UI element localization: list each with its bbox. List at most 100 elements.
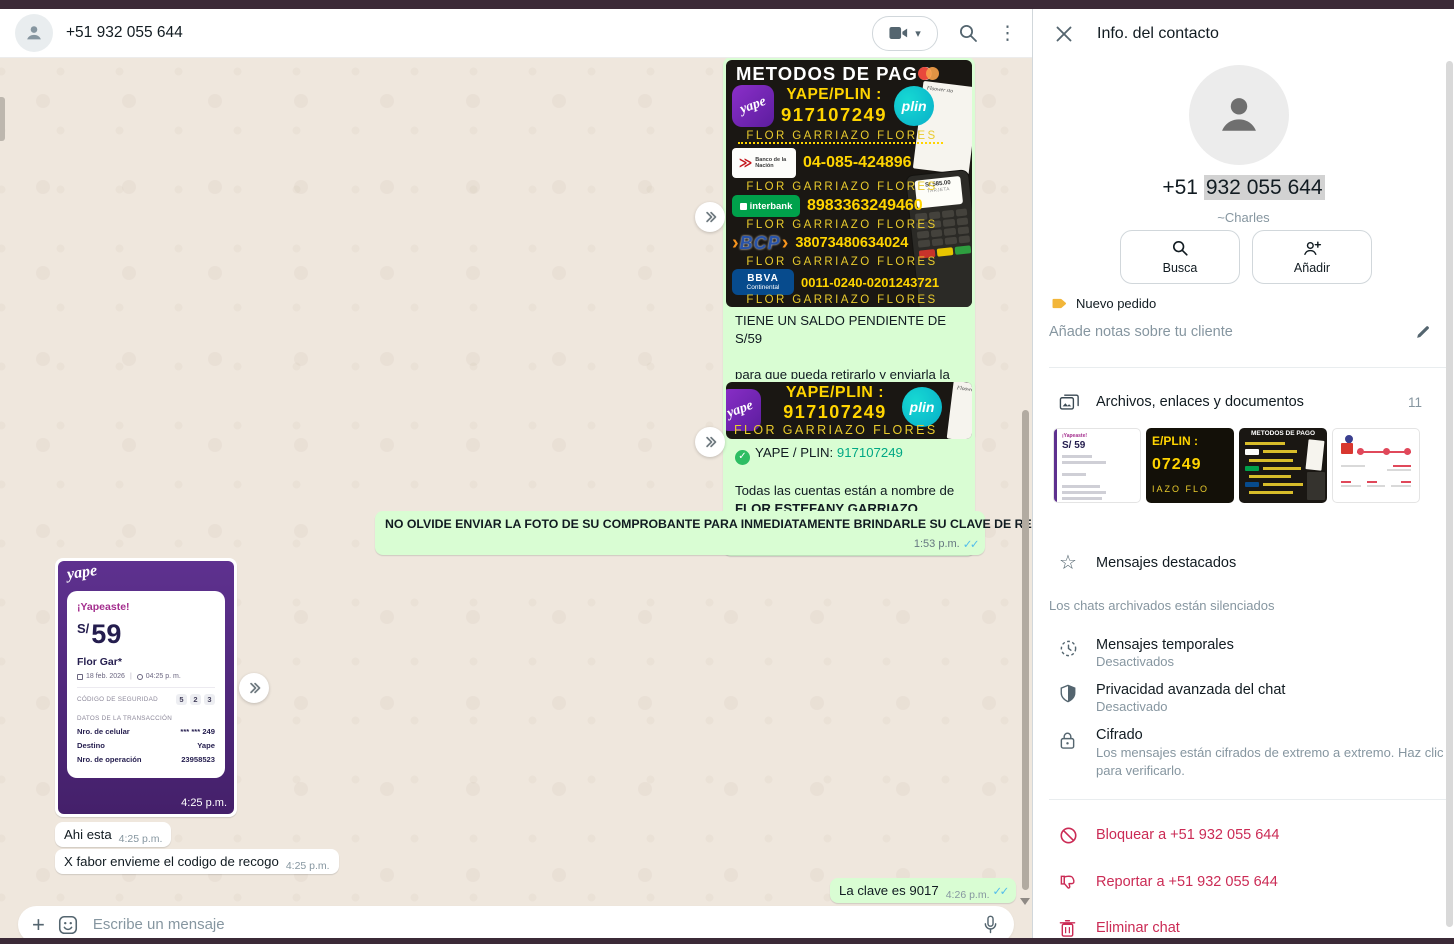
contact-alias: ~Charles xyxy=(1033,210,1454,225)
receipt-paper-graphic: Floower sto xyxy=(947,382,972,439)
forward-icon xyxy=(702,434,718,450)
message-reminder[interactable]: NO OLVIDE ENVIAR LA FOTO DE SU COMPROBAN… xyxy=(375,511,985,555)
notes-placeholder: Añade notas sobre tu cliente xyxy=(1049,324,1233,340)
receipt-card: ¡Yapeaste! S/59 Flor Gar* 18 feb. 2026|0… xyxy=(67,591,225,778)
person-icon xyxy=(23,22,45,44)
menu-kebab-icon[interactable]: ⋮ xyxy=(998,24,1017,43)
yape-plin-row: yape YAPE/PLIN : 917107249 plin xyxy=(732,84,910,128)
sticker-emoji-icon[interactable] xyxy=(57,914,79,936)
order-tag-row[interactable]: Nuevo pedido xyxy=(1051,295,1156,312)
contact-avatar[interactable] xyxy=(15,14,53,52)
interbank-logo: interbank xyxy=(732,195,800,217)
message-text[interactable]: X fabor envieme el codigo de recogo4:25 … xyxy=(55,849,339,874)
video-camera-icon xyxy=(889,26,908,40)
star-icon: ☆ xyxy=(1059,553,1077,573)
forward-message-button[interactable] xyxy=(239,673,269,703)
bbva-row: BBVAContinental 0011-0240-0201243721 xyxy=(732,269,970,295)
thumbnail-tracking-page[interactable] xyxy=(1332,428,1420,503)
check-emoji: ✓ xyxy=(735,450,750,465)
bcp-logo: ›BCP› xyxy=(732,233,788,254)
close-icon[interactable] xyxy=(1055,25,1073,43)
plin-app-icon: plin xyxy=(902,387,942,427)
chat-pane: +51 932 055 644 ▾ ⋮ METODOS DE PAGO Floo… xyxy=(0,9,1032,938)
banco-nacion-logo: ≫Banco de la Nación xyxy=(732,148,796,178)
thumbnail-yape-receipt[interactable]: ¡Yapeaste! S/ 59 xyxy=(1053,428,1141,503)
message-yape-receipt[interactable]: yape ¡Yapeaste! S/59 Flor Gar* 18 feb. 2… xyxy=(55,558,237,817)
left-scrollbar-remnant[interactable] xyxy=(0,97,5,141)
divider xyxy=(1049,367,1446,368)
advanced-privacy-row[interactable]: Privacidad avanzada del chat xyxy=(1033,680,1454,700)
window-top-bar xyxy=(0,0,1454,9)
yape-logo: yape xyxy=(66,562,98,584)
image-title: METODOS DE PAGO xyxy=(736,63,933,85)
pencil-icon[interactable] xyxy=(1414,323,1432,341)
contact-avatar-large[interactable] xyxy=(1189,65,1289,165)
thumbnail-yape-plin-crop[interactable]: E/PLIN : 07249 IAZO FLO xyxy=(1146,428,1234,503)
media-count: 11 xyxy=(1408,395,1422,410)
window-bottom-bar xyxy=(0,938,1454,944)
contact-info-panel: Info. del contacto +51 932 055 644 ~Char… xyxy=(1032,9,1454,938)
message-time: 4:25 p.m. xyxy=(181,797,227,809)
yape-plin-image[interactable]: yape YAPE/PLIN : 917107249 plin FLOR GAR… xyxy=(726,382,972,439)
thumbnail-payment-methods[interactable]: METODOS DE PAGO xyxy=(1239,428,1327,503)
lock-icon xyxy=(1059,731,1076,750)
scroll-down-arrow[interactable] xyxy=(1020,898,1030,905)
info-panel-header: Info. del contacto xyxy=(1033,9,1454,58)
yape-app-icon: yape xyxy=(732,85,774,127)
search-icon[interactable] xyxy=(958,23,978,43)
message-text[interactable]: Ahi esta4:25 p.m. xyxy=(55,822,171,847)
forward-icon xyxy=(246,680,262,696)
contact-phone-display[interactable]: +51 932 055 644 xyxy=(1033,176,1454,200)
message-time: 4:26 p.m. xyxy=(946,889,990,901)
plin-app-icon: plin xyxy=(894,86,934,126)
interbank-row: interbank 8983363249460 xyxy=(732,195,910,217)
message-time: 4:25 p.m. xyxy=(286,860,330,872)
add-contact-button[interactable]: Añadir xyxy=(1252,230,1372,284)
person-add-icon xyxy=(1302,239,1322,257)
payment-methods-image[interactable]: METODOS DE PAGO Floower sto S/ 585.00TAR… xyxy=(726,60,972,307)
starred-messages-row[interactable]: ☆ Mensajes destacados xyxy=(1033,551,1454,575)
calendar-icon xyxy=(77,674,83,680)
chat-message-list[interactable]: METODOS DE PAGO Floower sto S/ 585.00TAR… xyxy=(0,58,1032,938)
attach-plus-icon[interactable]: + xyxy=(32,914,45,936)
read-ticks-icon: ✓✓ xyxy=(963,537,977,551)
chevron-down-icon[interactable]: ▾ xyxy=(915,27,921,40)
message-time: 4:25 p.m. xyxy=(119,833,163,845)
yape-receipt-image[interactable]: yape ¡Yapeaste! S/59 Flor Gar* 18 feb. 2… xyxy=(58,561,234,814)
media-links-docs-row[interactable]: Archivos, enlaces y documentos 11 xyxy=(1033,390,1454,414)
read-ticks-icon: ✓✓ xyxy=(993,886,1007,898)
message-text[interactable]: La clave es 90174:26 p.m.✓✓ xyxy=(830,878,1016,903)
banco-nacion-row: ≫Banco de la Nación 04-085-424896 xyxy=(732,148,910,178)
video-call-button[interactable]: ▾ xyxy=(872,16,938,51)
block-contact-row[interactable]: Bloquear a +51 932 055 644 xyxy=(1033,825,1454,845)
encryption-row[interactable]: Cifrado xyxy=(1033,725,1454,745)
client-notes-row[interactable]: Añade notas sobre tu cliente xyxy=(1049,323,1432,341)
microphone-icon[interactable] xyxy=(981,914,1000,936)
delete-chat-row[interactable]: Eliminar chat xyxy=(1033,918,1454,938)
trash-icon xyxy=(1059,919,1076,938)
person-icon xyxy=(1210,86,1268,144)
disappearing-messages-row[interactable]: Mensajes temporales xyxy=(1033,635,1454,655)
block-icon xyxy=(1059,826,1078,845)
chat-contact-phone[interactable]: +51 932 055 644 xyxy=(66,24,183,42)
report-contact-row[interactable]: Reportar a +51 932 055 644 xyxy=(1033,872,1454,892)
divider xyxy=(1049,799,1446,800)
clock-icon xyxy=(137,674,143,680)
forward-message-button[interactable] xyxy=(695,427,725,457)
search-contact-button[interactable]: Busca xyxy=(1120,230,1240,284)
forward-icon xyxy=(702,209,718,225)
message-time: 1:53 p.m. xyxy=(914,538,960,550)
bbva-logo: BBVAContinental xyxy=(732,269,794,295)
media-gallery-icon xyxy=(1059,393,1080,412)
chat-header: +51 932 055 644 ▾ ⋮ xyxy=(0,9,1032,58)
forward-message-button[interactable] xyxy=(695,202,725,232)
timer-icon xyxy=(1059,639,1078,658)
panel-title: Info. del contacto xyxy=(1097,25,1219,43)
shield-icon xyxy=(1059,684,1077,703)
phone-link[interactable]: 917107249 xyxy=(837,445,903,460)
bcp-row: ›BCP› 38073480634024 xyxy=(732,232,970,254)
chat-scrollbar[interactable] xyxy=(1022,410,1029,890)
panel-scrollbar[interactable] xyxy=(1446,61,1453,927)
message-input[interactable] xyxy=(91,915,969,934)
search-icon xyxy=(1171,239,1189,257)
